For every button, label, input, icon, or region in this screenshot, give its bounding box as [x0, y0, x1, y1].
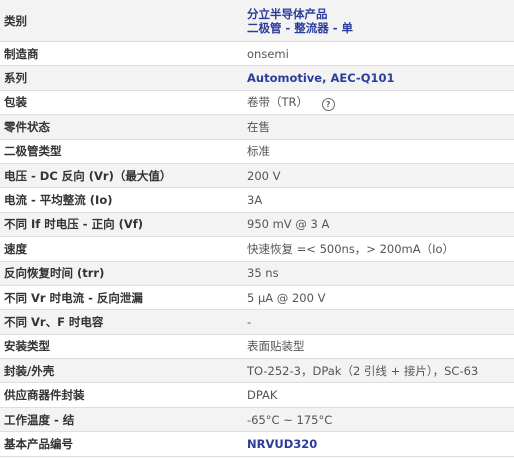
row-value: 在售 [247, 119, 270, 134]
row-label: 不同 If 时电压 - 正向 (Vf) [4, 217, 143, 232]
row-label: 封装/外壳 [4, 363, 55, 378]
table-row-supplier-package: 供应商器件封装 DPAK [0, 383, 514, 408]
table-row-voltage-dc-reverse: 电压 - DC 反向 (Vr)（最大值） 200 V [0, 163, 514, 189]
table-row-manufacturer: 制造商 onsemi [0, 42, 514, 67]
table-row-packaging: 包装 卷带（TR） ? [0, 90, 514, 116]
row-label: 零件状态 [4, 119, 50, 134]
table-row-series: 系列 Automotive, AEC-Q101 [0, 66, 514, 91]
product-attributes-table: 类别 分立半导体产品 二极管 - 整流器 - 单 制造商 onsemi 系列 A… [0, 0, 514, 457]
category-line-2[interactable]: 二极管 - 整流器 - 单 [247, 21, 514, 35]
row-value: 35 ns [247, 266, 279, 281]
row-label: 制造商 [4, 46, 39, 61]
row-label: 包装 [4, 95, 27, 110]
row-value: 表面贴装型 [247, 339, 305, 354]
row-label: 电流 - 平均整流 (Io) [4, 193, 113, 208]
row-label: 不同 Vr 时电流 - 反向泄漏 [4, 290, 143, 305]
row-label: 反向恢复时间 (trr) [4, 266, 105, 281]
table-row-speed: 速度 快速恢复 =< 500ns，> 200mA（Io） [0, 237, 514, 262]
row-value: onsemi [247, 46, 289, 61]
table-row-category: 类别 分立半导体产品 二极管 - 整流器 - 单 [0, 0, 514, 42]
table-row-diode-type: 二极管类型 标准 [0, 139, 514, 164]
row-value: 3A [247, 193, 263, 208]
row-label: 供应商器件封装 [4, 388, 85, 403]
table-row-reverse-recovery-time: 反向恢复时间 (trr) 35 ns [0, 261, 514, 286]
table-row-base-part-number: 基本产品编号 NRVUD320 [0, 432, 514, 457]
row-label: 系列 [4, 71, 27, 86]
row-value: -65°C ~ 175°C [247, 412, 333, 427]
packaging-value: 卷带（TR） [247, 94, 309, 109]
table-row-part-status: 零件状态 在售 [0, 115, 514, 140]
row-value: 卷带（TR） ? [240, 94, 514, 111]
series-link[interactable]: Automotive, AEC-Q101 [240, 71, 514, 85]
table-row-capacitance: 不同 Vr、F 时电容 - [0, 310, 514, 335]
table-row-reverse-leakage: 不同 Vr 时电流 - 反向泄漏 5 µA @ 200 V [0, 285, 514, 311]
row-label: 安装类型 [4, 339, 50, 354]
row-label: 二极管类型 [4, 144, 62, 159]
row-label: 电压 - DC 反向 (Vr)（最大值） [4, 168, 172, 183]
row-label: 速度 [4, 241, 27, 256]
row-value: 快速恢复 =< 500ns，> 200mA（Io） [247, 241, 455, 256]
row-label: 类别 [4, 13, 27, 28]
row-label: 基本产品编号 [4, 436, 73, 451]
table-row-forward-voltage: 不同 If 时电压 - 正向 (Vf) 950 mV @ 3 A [0, 212, 514, 238]
row-value: DPAK [247, 388, 278, 403]
table-row-package-case: 封装/外壳 TO-252-3，DPak（2 引线 + 接片），SC-63 [0, 359, 514, 384]
row-value: 标准 [247, 144, 270, 159]
row-value: TO-252-3，DPak（2 引线 + 接片），SC-63 [247, 363, 479, 378]
row-value: - [247, 314, 252, 329]
category-link[interactable]: 分立半导体产品 二极管 - 整流器 - 单 [240, 7, 514, 35]
row-value: 950 mV @ 3 A [247, 217, 330, 232]
help-icon[interactable]: ? [321, 97, 335, 111]
table-row-operating-temperature: 工作温度 - 结 -65°C ~ 175°C [0, 407, 514, 433]
category-line-1[interactable]: 分立半导体产品 [247, 7, 514, 21]
base-part-number-link[interactable]: NRVUD320 [240, 437, 514, 451]
row-value: 5 µA @ 200 V [247, 290, 326, 305]
table-row-mounting-type: 安装类型 表面贴装型 [0, 334, 514, 360]
table-row-current-average: 电流 - 平均整流 (Io) 3A [0, 188, 514, 213]
row-value: 200 V [247, 168, 281, 183]
row-label: 不同 Vr、F 时电容 [4, 314, 104, 329]
row-label: 工作温度 - 结 [4, 412, 75, 427]
